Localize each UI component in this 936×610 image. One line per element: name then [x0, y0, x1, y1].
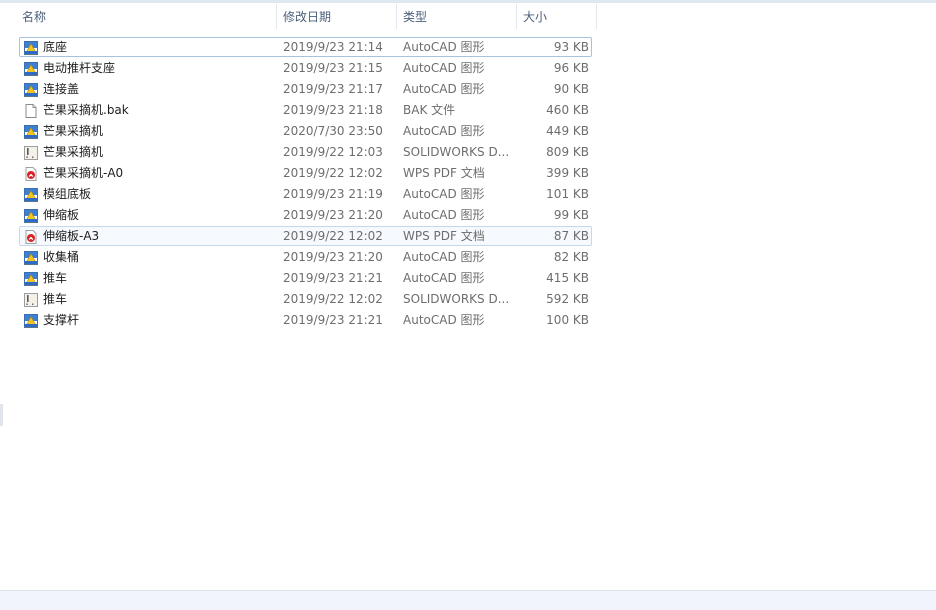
- file-modified-date: 2019/9/23 21:15: [283, 61, 383, 75]
- file-size: 101 KB: [546, 187, 589, 201]
- file-modified-date: 2019/9/22 12:02: [283, 229, 383, 243]
- column-header-size[interactable]: 大小: [517, 4, 597, 29]
- column-header-name-label: 名称: [22, 10, 47, 24]
- file-name: 芒果采摘机: [43, 145, 104, 159]
- file-size: 460 KB: [546, 103, 589, 117]
- file-size: 100 KB: [546, 313, 589, 327]
- blank-file-icon: [23, 103, 39, 119]
- file-row[interactable]: 推车 2019/9/22 12:02 SOLIDWORKS D... 592 KB: [19, 289, 592, 309]
- file-modified-date: 2019/9/22 12:02: [283, 166, 383, 180]
- file-name: 芒果采摘机.bak: [43, 103, 129, 117]
- file-size: 99 KB: [553, 208, 589, 222]
- file-type: AutoCAD 图形: [403, 250, 485, 264]
- file-size: 449 KB: [546, 124, 589, 138]
- file-size: 93 KB: [553, 40, 589, 54]
- file-row[interactable]: 收集桶 2019/9/23 21:20 AutoCAD 图形 82 KB: [19, 247, 592, 267]
- file-modified-date: 2019/9/23 21:20: [283, 250, 383, 264]
- file-type: AutoCAD 图形: [403, 187, 485, 201]
- autocad-drawing-icon: [23, 208, 39, 224]
- file-size: 82 KB: [553, 250, 589, 264]
- file-type: AutoCAD 图形: [403, 40, 485, 54]
- file-name: 推车: [43, 292, 68, 306]
- file-size: 90 KB: [553, 82, 589, 96]
- solidworks-drawing-icon: [23, 145, 39, 161]
- autocad-drawing-icon: [23, 82, 39, 98]
- column-header-size-label: 大小: [523, 10, 548, 24]
- file-size: 415 KB: [546, 271, 589, 285]
- file-name: 模组底板: [43, 187, 92, 201]
- file-row[interactable]: 支撑杆 2019/9/23 21:21 AutoCAD 图形 100 KB: [19, 310, 592, 330]
- sort-ascending-icon: ˆ: [157, 0, 163, 7]
- file-name: 底座: [43, 40, 68, 54]
- file-type: AutoCAD 图形: [403, 313, 485, 327]
- file-name: 芒果采摘机-A0: [43, 166, 124, 180]
- file-modified-date: 2019/9/23 21:18: [283, 103, 383, 117]
- file-type: WPS PDF 文档: [403, 229, 485, 243]
- autocad-drawing-icon: [23, 124, 39, 140]
- file-row[interactable]: 芒果采摘机 2019/9/22 12:03 SOLIDWORKS D... 809 K…: [19, 142, 592, 162]
- file-row[interactable]: 模组底板 2019/9/23 21:19 AutoCAD 图形 101 KB: [19, 184, 592, 204]
- file-name: 推车: [43, 271, 68, 285]
- autocad-drawing-icon: [23, 187, 39, 203]
- file-row[interactable]: 芒果采摘机 2020/7/30 23:50 AutoCAD 图形 449 KB: [19, 121, 592, 141]
- file-type: AutoCAD 图形: [403, 82, 485, 96]
- column-header-type-label: 类型: [403, 10, 428, 24]
- file-type: AutoCAD 图形: [403, 124, 485, 138]
- file-modified-date: 2019/9/22 12:03: [283, 145, 383, 159]
- file-size: 592 KB: [546, 292, 589, 306]
- file-row[interactable]: 芒果采摘机.bak 2019/9/23 21:18 BAK 文件 460 KB: [19, 100, 592, 120]
- file-name: 伸缩板-A3: [43, 229, 100, 243]
- column-header-type[interactable]: 类型: [397, 4, 517, 29]
- file-row[interactable]: 伸缩板 2019/9/23 21:20 AutoCAD 图形 99 KB: [19, 205, 592, 225]
- window-top-border: [0, 0, 936, 3]
- file-type: WPS PDF 文档: [403, 166, 485, 180]
- file-type: AutoCAD 图形: [403, 61, 485, 75]
- file-type: SOLIDWORKS D...: [403, 145, 510, 159]
- file-size: 399 KB: [546, 166, 589, 180]
- autocad-drawing-icon: [23, 271, 39, 287]
- file-modified-date: 2019/9/22 12:02: [283, 292, 383, 306]
- file-type: AutoCAD 图形: [403, 208, 485, 222]
- pdf-document-icon: [23, 166, 39, 182]
- file-type: SOLIDWORKS D...: [403, 292, 510, 306]
- column-header-name[interactable]: 名称 ˆ: [16, 0, 277, 29]
- file-modified-date: 2020/7/30 23:50: [283, 124, 383, 138]
- file-type: BAK 文件: [403, 103, 456, 117]
- file-row[interactable]: 芒果采摘机-A0 2019/9/22 12:02 WPS PDF 文档 399 KB: [19, 163, 592, 183]
- file-modified-date: 2019/9/23 21:14: [283, 40, 383, 54]
- file-row[interactable]: 连接盖 2019/9/23 21:17 AutoCAD 图形 90 KB: [19, 79, 592, 99]
- file-size: 96 KB: [553, 61, 589, 75]
- file-name: 连接盖: [43, 82, 80, 96]
- column-header-date-label: 修改日期: [283, 10, 332, 24]
- file-row[interactable]: 伸缩板-A3 2019/9/22 12:02 WPS PDF 文档 87 KB: [19, 226, 592, 246]
- autocad-drawing-icon: [23, 313, 39, 329]
- pdf-document-icon: [23, 229, 39, 245]
- file-row[interactable]: 底座 2019/9/23 21:14 AutoCAD 图形 93 KB: [19, 37, 592, 57]
- file-name: 支撑杆: [43, 313, 80, 327]
- column-header-bar: 名称 ˆ 修改日期 类型 大小: [0, 0, 936, 29]
- autocad-drawing-icon: [23, 250, 39, 266]
- file-row[interactable]: 电动推杆支座 2019/9/23 21:15 AutoCAD 图形 96 KB: [19, 58, 592, 78]
- file-name: 芒果采摘机: [43, 124, 104, 138]
- file-name: 伸缩板: [43, 208, 80, 222]
- file-row[interactable]: 推车 2019/9/23 21:21 AutoCAD 图形 415 KB: [19, 268, 592, 288]
- solidworks-drawing-icon: [23, 292, 39, 308]
- file-name: 收集桶: [43, 250, 80, 264]
- file-size: 809 KB: [546, 145, 589, 159]
- status-bar: [0, 590, 936, 610]
- column-header-date[interactable]: 修改日期: [277, 4, 397, 29]
- file-modified-date: 2019/9/23 21:21: [283, 271, 383, 285]
- file-modified-date: 2019/9/23 21:19: [283, 187, 383, 201]
- pane-resize-handle[interactable]: [0, 404, 3, 426]
- file-modified-date: 2019/9/23 21:21: [283, 313, 383, 327]
- file-modified-date: 2019/9/23 21:17: [283, 82, 383, 96]
- file-size: 87 KB: [553, 229, 589, 243]
- autocad-drawing-icon: [23, 40, 39, 56]
- file-name: 电动推杆支座: [43, 61, 116, 75]
- file-modified-date: 2019/9/23 21:20: [283, 208, 383, 222]
- file-type: AutoCAD 图形: [403, 271, 485, 285]
- autocad-drawing-icon: [23, 61, 39, 77]
